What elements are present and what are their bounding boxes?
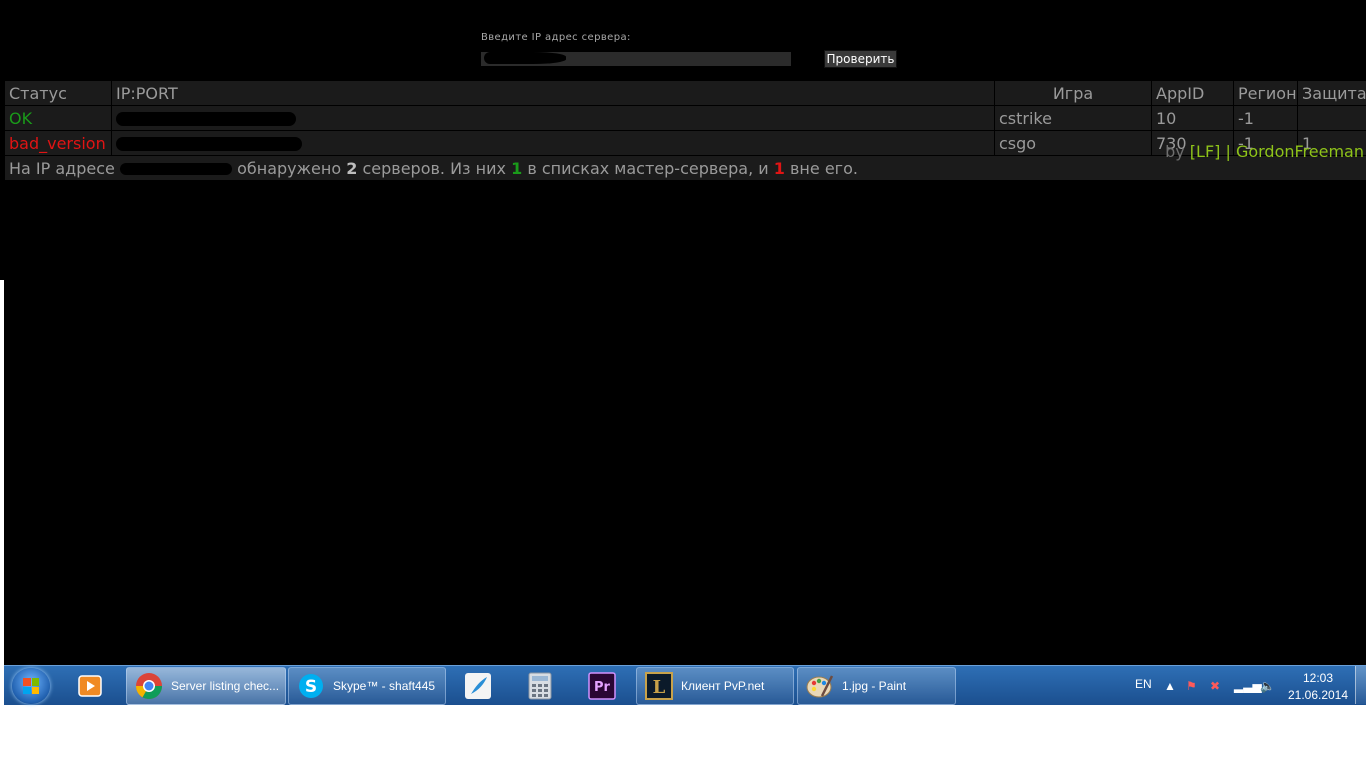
redacted-ip-mark bbox=[116, 137, 302, 151]
feather-app-icon[interactable] bbox=[450, 669, 506, 703]
summary-servers: серверов. Из них bbox=[362, 158, 506, 178]
task-label: Клиент PvP.net bbox=[681, 679, 765, 693]
system-tray: EN ▲ ⚑ ✖ ▂▃▅ 🔈 12:03 21.06.2014 bbox=[1106, 666, 1366, 704]
header-status: Статус bbox=[4, 80, 112, 106]
svg-text:L: L bbox=[653, 677, 666, 698]
start-button[interactable] bbox=[12, 668, 50, 704]
table-row: bad_version csgo 730 -1 1 bbox=[4, 130, 1366, 156]
language-indicator[interactable]: EN bbox=[1135, 677, 1152, 691]
windows-taskbar: Server listing chec... S Skype™ - shaft4… bbox=[4, 665, 1366, 705]
redacted-ip-mark bbox=[119, 163, 232, 175]
task-lol-client[interactable]: L Клиент PvP.net bbox=[636, 667, 794, 705]
header-region: Регион bbox=[1233, 80, 1298, 106]
game-cell: cstrike bbox=[994, 105, 1152, 131]
header-game: Игра bbox=[994, 80, 1152, 106]
summary-outside-text: вне его. bbox=[790, 158, 858, 178]
region-cell: -1 bbox=[1233, 105, 1298, 131]
league-of-legends-icon: L bbox=[645, 672, 673, 700]
svg-text:S: S bbox=[305, 677, 317, 697]
ip-input-label: Введите IP адрес сервера: bbox=[481, 32, 631, 43]
summary-cell: На IP адресе обнаружено 2 серверов. Из н… bbox=[4, 155, 1366, 181]
summary-row: На IP адресе обнаружено 2 серверов. Из н… bbox=[4, 155, 1366, 181]
premiere-pro-icon[interactable]: Pr bbox=[574, 669, 630, 703]
protection-cell bbox=[1297, 105, 1366, 131]
task-paint[interactable]: 1.jpg - Paint bbox=[797, 667, 956, 705]
network-signal-icon[interactable]: ▂▃▅ bbox=[1234, 679, 1262, 693]
summary-in-master: 1 bbox=[511, 158, 523, 178]
status-cell: bad_version bbox=[4, 130, 112, 156]
task-label: Skype™ - shaft445 bbox=[333, 679, 436, 693]
show-desktop-button[interactable] bbox=[1355, 666, 1366, 704]
clock-time[interactable]: 12:03 bbox=[1288, 671, 1348, 685]
skype-icon: S bbox=[297, 672, 325, 700]
author-nick: [LF] | GordonFreeman bbox=[1189, 142, 1364, 161]
task-skype[interactable]: S Skype™ - shaft445 bbox=[288, 667, 446, 705]
server-results-table: Статус IP:PORT Игра AppID Регион Защита … bbox=[4, 80, 1366, 181]
ip-port-cell bbox=[111, 130, 995, 156]
ip-address-input[interactable] bbox=[481, 52, 791, 66]
table-header-row: Статус IP:PORT Игра AppID Регион Защита bbox=[4, 80, 1366, 106]
author-credit: by [LF] | GordonFreeman bbox=[1165, 142, 1364, 161]
usb-device-icon[interactable]: ✖ bbox=[1210, 679, 1220, 693]
summary-outside: 1 bbox=[773, 158, 785, 178]
chrome-icon bbox=[135, 672, 163, 700]
volume-icon[interactable]: 🔈 bbox=[1260, 679, 1275, 693]
show-hidden-icons-icon[interactable]: ▲ bbox=[1164, 679, 1176, 693]
media-player-icon[interactable] bbox=[62, 669, 118, 703]
svg-text:Pr: Pr bbox=[594, 680, 611, 695]
summary-in-master-text: в списках мастер-сервера, и bbox=[527, 158, 769, 178]
appid-cell: 10 bbox=[1151, 105, 1234, 131]
summary-total: 2 bbox=[346, 158, 358, 178]
status-cell: OK bbox=[4, 105, 112, 131]
game-cell: csgo bbox=[994, 130, 1152, 156]
header-protection: Защита bbox=[1297, 80, 1366, 106]
task-label: 1.jpg - Paint bbox=[842, 679, 907, 693]
check-button[interactable]: Проверить bbox=[824, 50, 897, 68]
clock-date[interactable]: 21.06.2014 bbox=[1282, 688, 1354, 702]
header-ip-port: IP:PORT bbox=[111, 80, 995, 106]
summary-prefix: На IP адресе bbox=[9, 158, 115, 178]
windows-logo-icon bbox=[23, 678, 39, 694]
table-row: OK cstrike 10 -1 bbox=[4, 105, 1366, 131]
calculator-icon[interactable] bbox=[512, 669, 568, 703]
summary-found: обнаружено bbox=[237, 158, 342, 178]
header-appid: AppID bbox=[1151, 80, 1234, 106]
task-chrome[interactable]: Server listing chec... bbox=[126, 667, 286, 705]
author-by: by bbox=[1165, 142, 1185, 161]
redacted-ip-mark bbox=[116, 112, 296, 126]
task-label: Server listing chec... bbox=[171, 679, 280, 693]
action-center-flag-icon[interactable]: ⚑ bbox=[1186, 679, 1197, 693]
ip-port-cell bbox=[111, 105, 995, 131]
paint-icon bbox=[806, 672, 834, 700]
